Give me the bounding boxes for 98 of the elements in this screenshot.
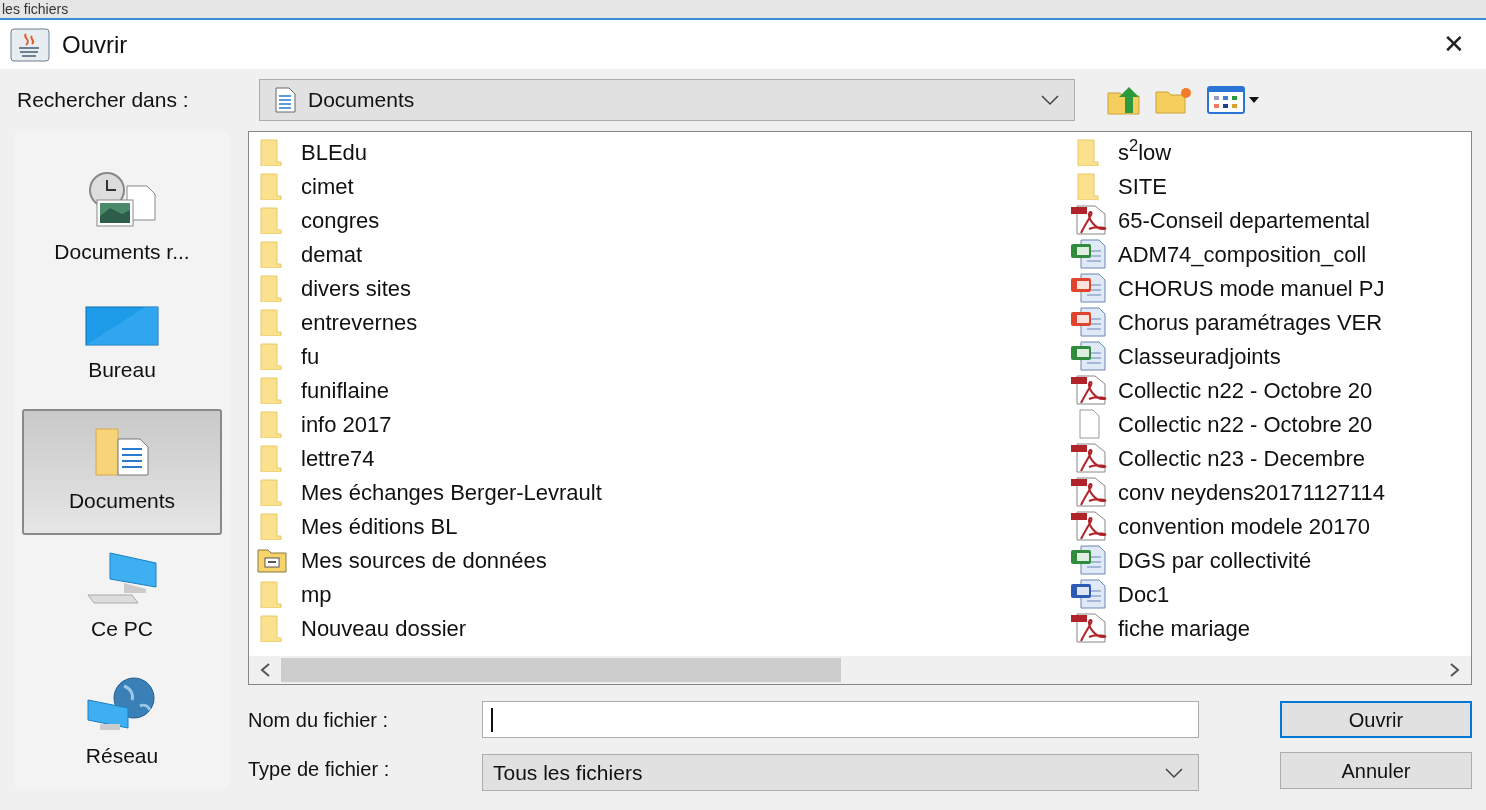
file-name-field[interactable] (482, 701, 1199, 738)
presentation-file-icon (1069, 307, 1109, 337)
place-item[interactable]: Bureau (22, 283, 222, 409)
file-type-value: Tous les fichiers (493, 759, 643, 786)
pdf-file-icon (1069, 477, 1109, 507)
document-icon (274, 87, 296, 113)
chevron-down-icon (1164, 766, 1184, 779)
file-name[interactable]: demat (301, 237, 363, 271)
place-item[interactable]: Ce PC (22, 535, 222, 661)
look-in-dropdown[interactable]: Documents (259, 79, 1075, 121)
dialog-button[interactable]: Ouvrir (1280, 701, 1472, 738)
file-name[interactable]: Mes éditions BL (301, 509, 458, 543)
spreadsheet-file-icon (1069, 341, 1109, 371)
spreadsheet-file-icon (1069, 239, 1109, 269)
caret-icon[interactable] (1249, 97, 1259, 103)
folder-icon (260, 512, 284, 540)
folder-icon (260, 138, 284, 166)
file-name[interactable]: entrevernes (301, 305, 418, 339)
presentation-file-icon (1069, 273, 1109, 303)
new-folder-icon[interactable] (1155, 86, 1193, 114)
file-name[interactable]: funiflaine (301, 373, 390, 407)
file-name[interactable]: Collectic n22 - Octobre 20 (1118, 407, 1373, 441)
folder-icon (260, 478, 284, 506)
word-file-icon (1069, 579, 1109, 609)
folder-icon (260, 240, 284, 268)
pdf-file-icon (1069, 443, 1109, 473)
file-name[interactable]: Nouveau dossier (301, 611, 467, 645)
scroll-thumb[interactable] (281, 658, 841, 682)
folder-icon (260, 342, 284, 370)
file-name[interactable]: Collectic n22 - Octobre 20 (1118, 373, 1373, 407)
file-name[interactable]: Collectic n23 - Decembre (1118, 441, 1365, 475)
file-name[interactable]: fu (301, 339, 320, 373)
place-item[interactable]: Documents (22, 409, 222, 535)
desktop-icon (85, 306, 159, 347)
place-label: Documents r... (54, 239, 190, 266)
file-name[interactable]: Doc1 (1118, 577, 1170, 611)
folder-icon (1077, 172, 1101, 200)
place-item[interactable]: Réseau (22, 661, 222, 787)
folder-icon (1077, 138, 1101, 166)
folder-icon (260, 410, 284, 438)
file-name[interactable]: BLEdu (301, 135, 368, 169)
folder-icon (260, 308, 284, 336)
look-in-value: Documents (308, 87, 415, 114)
look-in-label: Rechercher dans : (17, 87, 190, 114)
spreadsheet-file-icon (1069, 545, 1109, 575)
file-name[interactable]: DGS par collectivité (1118, 543, 1312, 577)
scroll-right-icon[interactable] (1449, 663, 1461, 677)
file-name[interactable]: info 2017 (301, 407, 392, 441)
file-name[interactable]: s$^{2}$low (1118, 135, 1172, 169)
window-title: Ouvrir (62, 29, 128, 60)
file-name[interactable]: Mes échanges Berger-Levrault (301, 475, 602, 509)
folder-icon (260, 580, 284, 608)
java-cup-icon (10, 27, 50, 62)
horizontal-scrollbar[interactable] (249, 656, 1471, 684)
pdf-file-icon (1069, 511, 1109, 541)
file-name[interactable]: ADM74_composition_coll (1118, 237, 1367, 271)
file-name[interactable]: 65-Conseil departemental (1118, 203, 1370, 237)
file-name[interactable]: divers sites (301, 271, 412, 305)
place-label: Documents (68, 488, 176, 515)
close-button[interactable]: ✕ (1434, 25, 1474, 64)
place-label: Ce PC (91, 616, 153, 643)
file-name[interactable]: Mes sources de données (301, 543, 547, 577)
blank-file-icon (1076, 409, 1102, 439)
file-name[interactable]: Chorus paramétrages VER (1118, 305, 1383, 339)
file-name[interactable]: cimet (301, 169, 354, 203)
file-name[interactable]: fiche mariage (1118, 611, 1251, 645)
file-name[interactable]: lettre74 (301, 441, 375, 475)
place-label: Réseau (85, 743, 159, 770)
folder-up-icon[interactable] (1107, 85, 1141, 115)
chevron-down-icon (1040, 94, 1060, 106)
documents-folder-icon (92, 427, 152, 478)
file-name[interactable]: conv neydens20171127114 (1118, 475, 1386, 509)
background-window-text: les fichiers (2, 1, 69, 17)
pdf-file-icon (1069, 613, 1109, 643)
pdf-file-icon (1069, 205, 1109, 235)
file-name[interactable]: Classeuradjoints (1118, 339, 1281, 373)
folder-icon (260, 614, 284, 642)
file-name[interactable]: convention modele 20170 (1118, 509, 1370, 543)
file-name[interactable]: mp (301, 577, 332, 611)
scroll-left-icon[interactable] (259, 663, 271, 677)
file-name[interactable]: SITE (1118, 169, 1167, 203)
file-name[interactable]: CHORUS mode manuel PJ (1118, 271, 1385, 305)
file-type-dropdown[interactable]: Tous les fichiers (482, 754, 1199, 791)
folder-plug-icon (257, 547, 287, 573)
folder-icon (260, 376, 284, 404)
folder-icon (260, 444, 284, 472)
place-label: Bureau (88, 357, 156, 384)
place-item[interactable]: Documents r... (22, 157, 222, 283)
folder-icon (260, 206, 284, 234)
view-grid-icon[interactable] (1207, 86, 1245, 114)
file-name[interactable]: congres (301, 203, 380, 237)
folder-icon (260, 172, 284, 200)
computer-icon (84, 551, 160, 606)
pdf-file-icon (1069, 375, 1109, 405)
dialog-button[interactable]: Annuler (1280, 752, 1472, 789)
folder-icon (260, 274, 284, 302)
file-name-label: Nom du fichier : (248, 708, 390, 733)
file-type-label: Type de fichier : (248, 757, 391, 782)
